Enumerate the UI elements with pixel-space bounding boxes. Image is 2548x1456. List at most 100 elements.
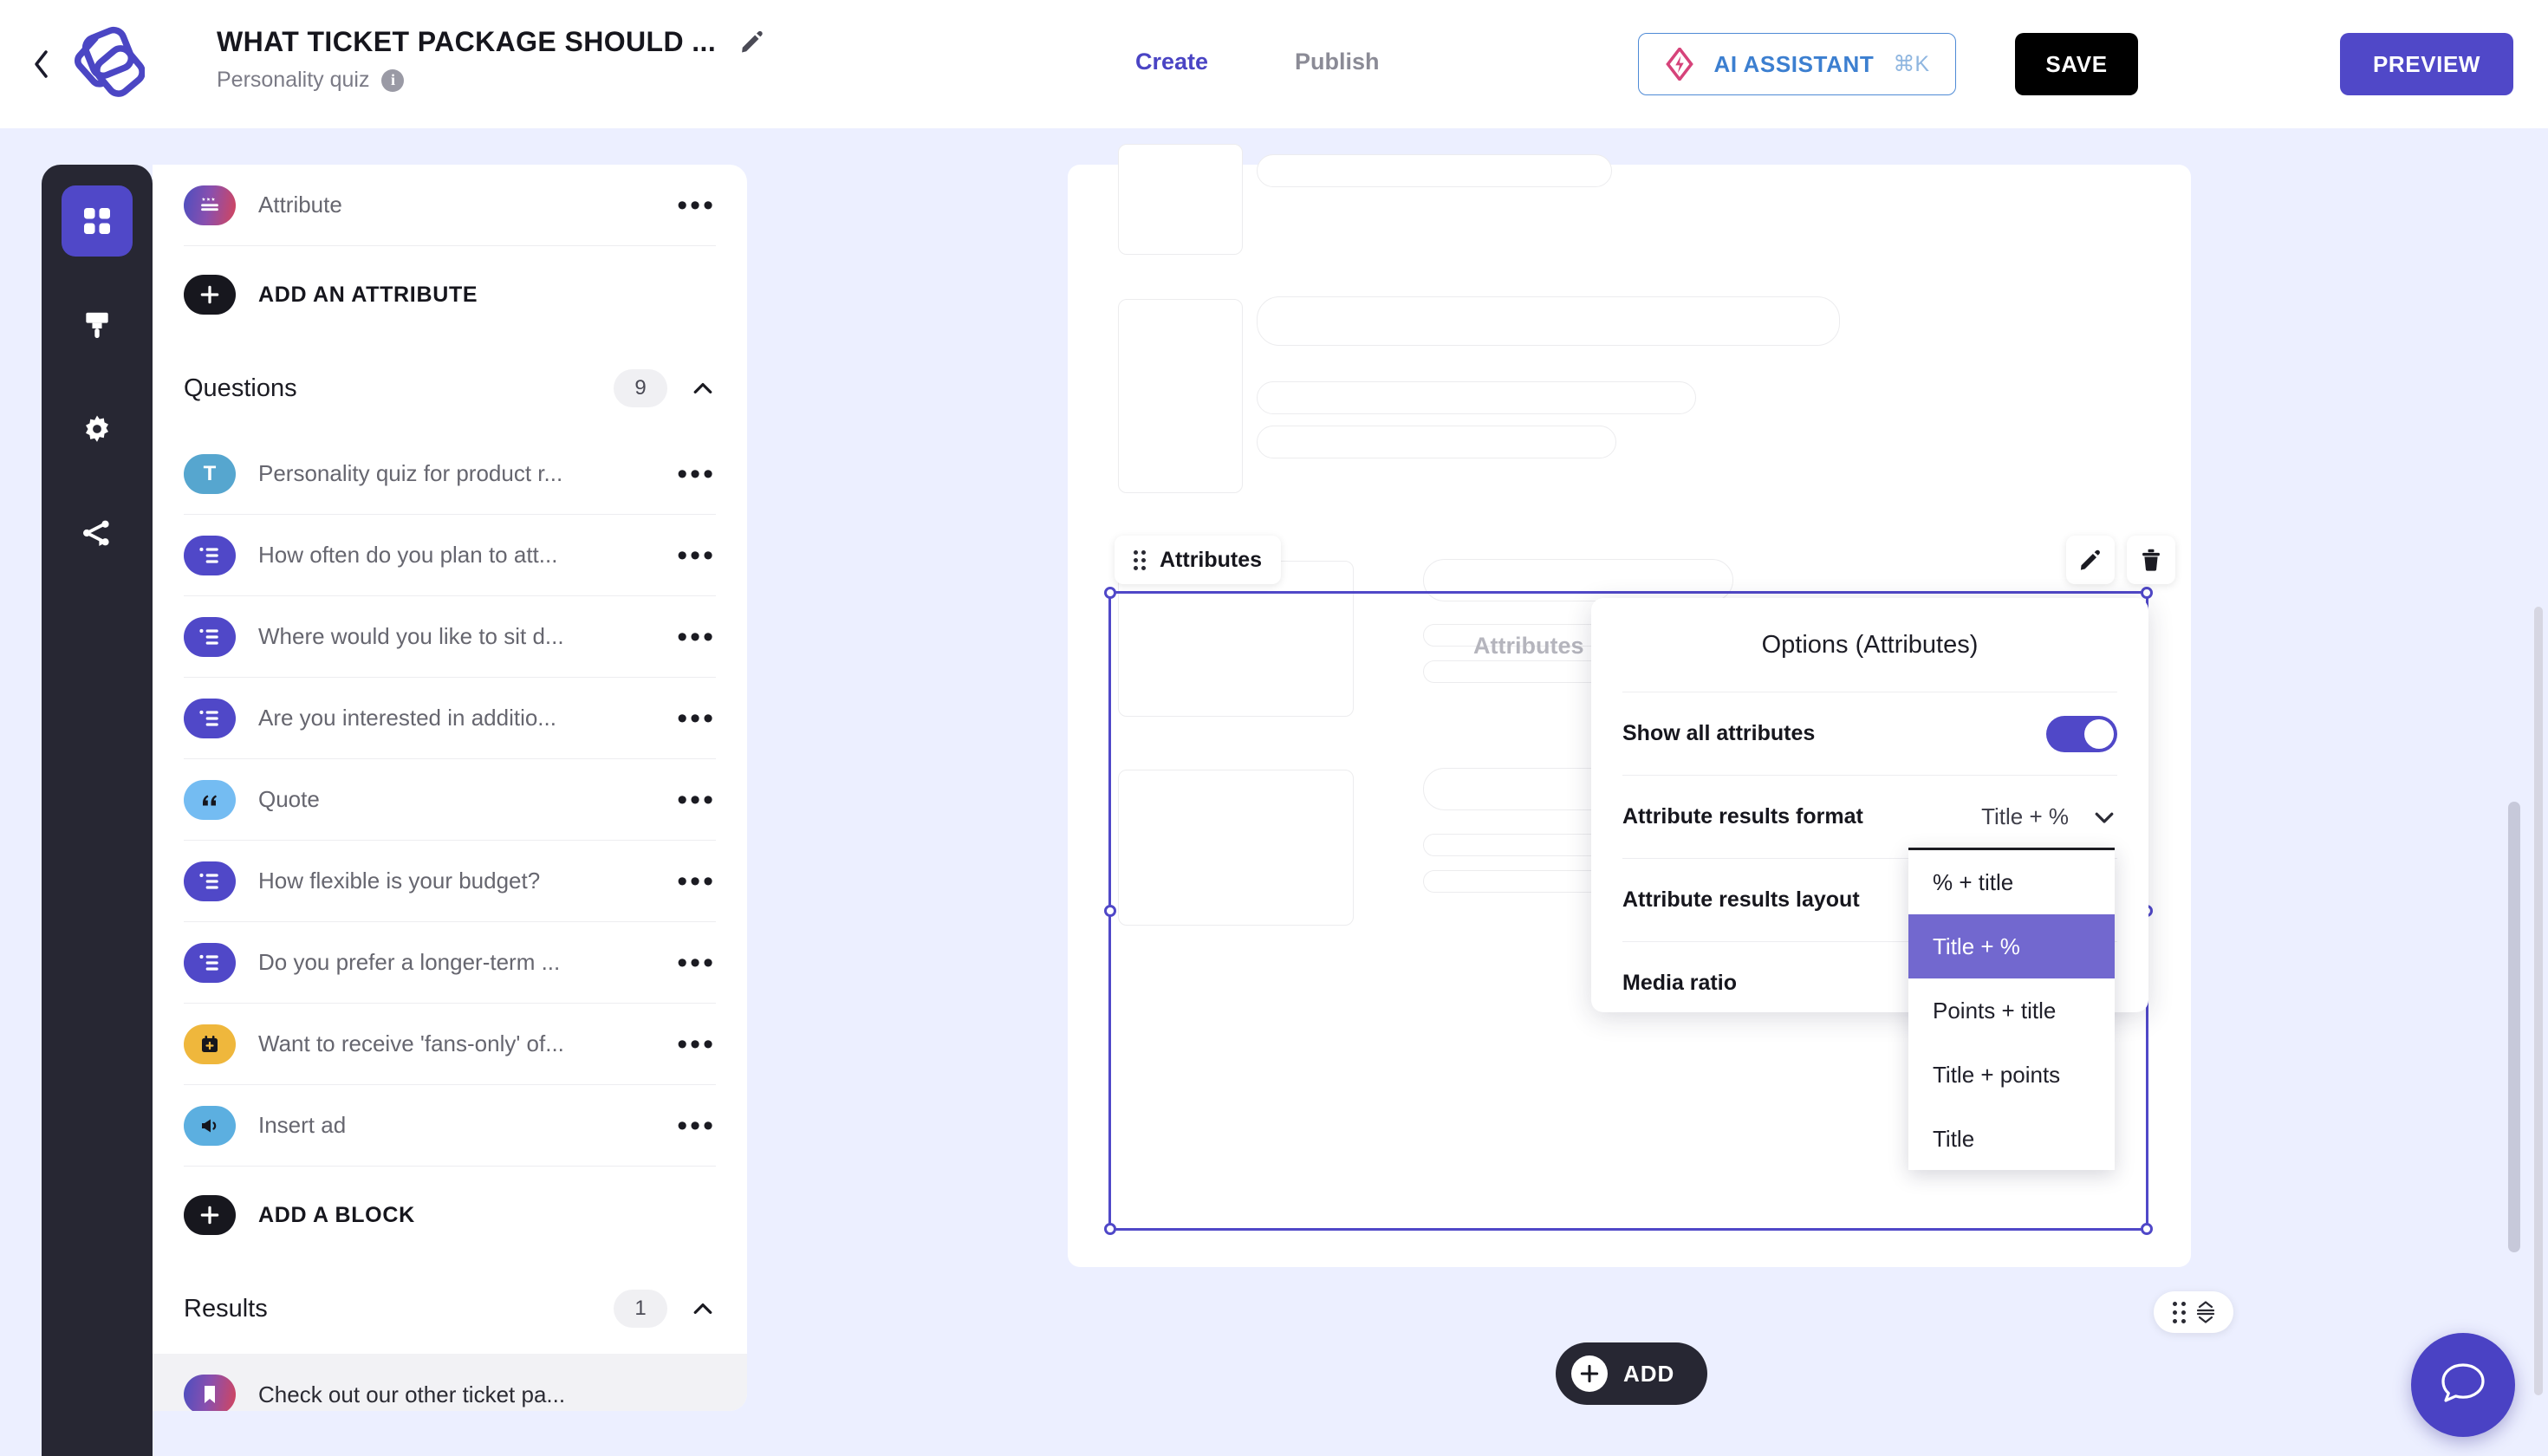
resize-handle-top-left[interactable] (1104, 587, 1116, 599)
add-attribute-label: ADD AN ATTRIBUTE (258, 282, 478, 307)
text-placeholder (1257, 296, 1840, 346)
chevron-down-icon (2095, 812, 2114, 823)
option-label: Attribute results format (1622, 804, 1863, 829)
dropdown-option-3[interactable]: Title + points (1908, 1043, 2115, 1107)
questions-section-header[interactable]: Questions 9 (184, 343, 716, 433)
chevron-left-icon (35, 50, 48, 78)
gear-icon (86, 415, 108, 442)
sidebar-scrollbar[interactable] (2534, 607, 2543, 1395)
rail-item-settings[interactable] (62, 393, 133, 465)
block-label-chip[interactable]: Attributes (1115, 536, 1282, 584)
resize-handle-bottom-left[interactable] (1104, 1223, 1116, 1235)
quote-icon (184, 779, 236, 820)
dropdown-option-0[interactable]: % + title (1908, 850, 2115, 914)
dropdown-option-2[interactable]: Points + title (1908, 978, 2115, 1043)
drag-grip-icon[interactable] (2172, 1301, 2186, 1323)
sidebar-question-3[interactable]: Are you interested in additio... ••• (184, 678, 716, 759)
sidebar-question-2[interactable]: Where would you like to sit d... ••• (184, 596, 716, 678)
info-icon[interactable]: i (381, 68, 405, 92)
option-attribute-results-format: Attribute results format Title + % (1622, 775, 2117, 858)
sidebar-question-1[interactable]: How often do you plan to att... ••• (184, 515, 716, 596)
dropdown-option-1[interactable]: Title + % (1908, 914, 2115, 978)
sidebar-question-5[interactable]: How flexible is your budget? ••• (184, 841, 716, 922)
row-menu-button[interactable]: ••• (663, 867, 716, 896)
sidebar-item-label: How often do you plan to att... (258, 542, 558, 568)
row-menu-button[interactable]: ••• (663, 948, 716, 978)
rail-item-blocks[interactable] (62, 185, 133, 257)
sidebar-item-label: Where would you like to sit d... (258, 623, 564, 649)
block-mini-toolbar[interactable] (2154, 1291, 2233, 1333)
row-menu-button[interactable]: ••• (663, 459, 716, 489)
option-label: Attribute results layout (1622, 887, 1860, 912)
add-button-label: ADD (1623, 1360, 1675, 1387)
attributes-heading: Attributes (1473, 633, 1584, 659)
calendar-icon (184, 1024, 236, 1064)
options-panel-title: Options (Attributes) (1761, 630, 1979, 659)
row-menu-button[interactable]: ••• (663, 1111, 716, 1141)
edit-title-button[interactable] (739, 29, 765, 55)
save-button[interactable]: SAVE (2015, 33, 2138, 95)
attribute-results-format-select[interactable]: Title + % (1981, 803, 2117, 830)
sidebar-item-label: Quote (258, 786, 320, 812)
delete-block-button[interactable] (2127, 536, 2175, 584)
chevron-up-icon[interactable] (690, 375, 716, 401)
sidebar-question-4[interactable]: Quote ••• (184, 759, 716, 841)
dropdown-option-4[interactable]: Title (1908, 1107, 2115, 1171)
drag-grip-icon[interactable] (1134, 549, 1146, 570)
resize-handle-bottom-right[interactable] (2141, 1223, 2153, 1235)
row-menu-button[interactable]: ••• (663, 541, 716, 570)
add-attribute-button[interactable]: ADD AN ATTRIBUTE (184, 246, 716, 343)
back-button[interactable] (26, 49, 57, 80)
row-menu-button[interactable]: ••• (663, 1030, 716, 1059)
results-section-header[interactable]: Results 1 (184, 1264, 716, 1354)
row-menu-button[interactable]: ••• (663, 191, 716, 220)
rail-item-share[interactable] (62, 497, 133, 569)
option-label: Show all attributes (1622, 721, 1816, 745)
sidebar-item-label: Attribute (258, 192, 342, 218)
choice-icon (184, 698, 236, 738)
media-placeholder (1118, 144, 1243, 255)
block-label-text: Attributes (1160, 547, 1263, 572)
add-block-fab[interactable]: ADD (1556, 1342, 1707, 1405)
chevron-up-icon[interactable] (690, 1296, 716, 1322)
text-placeholder (1257, 426, 1616, 458)
add-block-button[interactable]: ADD A BLOCK (184, 1167, 716, 1264)
content-sidebar: Attribute ••• ADD AN ATTRIBUTE Questions… (153, 165, 747, 1411)
resize-handle-middle-left[interactable] (1104, 905, 1116, 917)
tab-publish[interactable]: Publish (1295, 49, 1380, 75)
resize-handle-top-right[interactable] (2141, 587, 2153, 599)
resize-vertical-icon[interactable] (2196, 1301, 2215, 1323)
row-menu-button[interactable]: ••• (663, 785, 716, 815)
tab-create[interactable]: Create (1135, 49, 1208, 75)
sidebar-item-label: Personality quiz for product r... (258, 460, 563, 486)
canvas-scrollbar[interactable] (2508, 802, 2520, 1252)
left-icon-rail (42, 165, 153, 1456)
sidebar-question-8[interactable]: Insert ad ••• (184, 1085, 716, 1167)
option-label: Media ratio (1622, 971, 1737, 995)
preview-button[interactable]: PREVIEW (2340, 33, 2513, 95)
sidebar-question-7[interactable]: Want to receive 'fans-only' of... ••• (184, 1004, 716, 1085)
chat-bubble-icon (2441, 1363, 2485, 1402)
ai-assistant-label: AI ASSISTANT (1713, 50, 1875, 77)
share-nodes-icon (83, 520, 109, 547)
rail-item-design[interactable] (62, 289, 133, 361)
brand-logo-icon[interactable] (62, 24, 146, 104)
sidebar-item-attribute[interactable]: Attribute ••• (184, 165, 716, 246)
row-menu-button[interactable]: ••• (663, 704, 716, 733)
choice-icon (184, 535, 236, 575)
chat-support-button[interactable] (2411, 1333, 2515, 1437)
sidebar-item-label: Do you prefer a longer-term ... (258, 949, 561, 975)
show-all-attributes-toggle[interactable] (2046, 715, 2117, 752)
add-block-label: ADD A BLOCK (258, 1202, 415, 1227)
media-placeholder (1118, 299, 1243, 493)
row-menu-button[interactable]: ••• (663, 622, 716, 652)
megaphone-icon (184, 1105, 236, 1146)
bookmark-icon (184, 1375, 236, 1411)
ai-assistant-button[interactable]: AI ASSISTANT ⌘K (1638, 33, 1956, 95)
toggle-knob (2084, 718, 2114, 749)
sidebar-result-0[interactable]: Check out our other ticket pa... (153, 1354, 747, 1411)
questions-section-label: Questions (184, 374, 297, 402)
sidebar-question-6[interactable]: Do you prefer a longer-term ... ••• (184, 922, 716, 1004)
edit-block-button[interactable] (2066, 536, 2115, 584)
sidebar-question-0[interactable]: T Personality quiz for product r... ••• (184, 433, 716, 515)
